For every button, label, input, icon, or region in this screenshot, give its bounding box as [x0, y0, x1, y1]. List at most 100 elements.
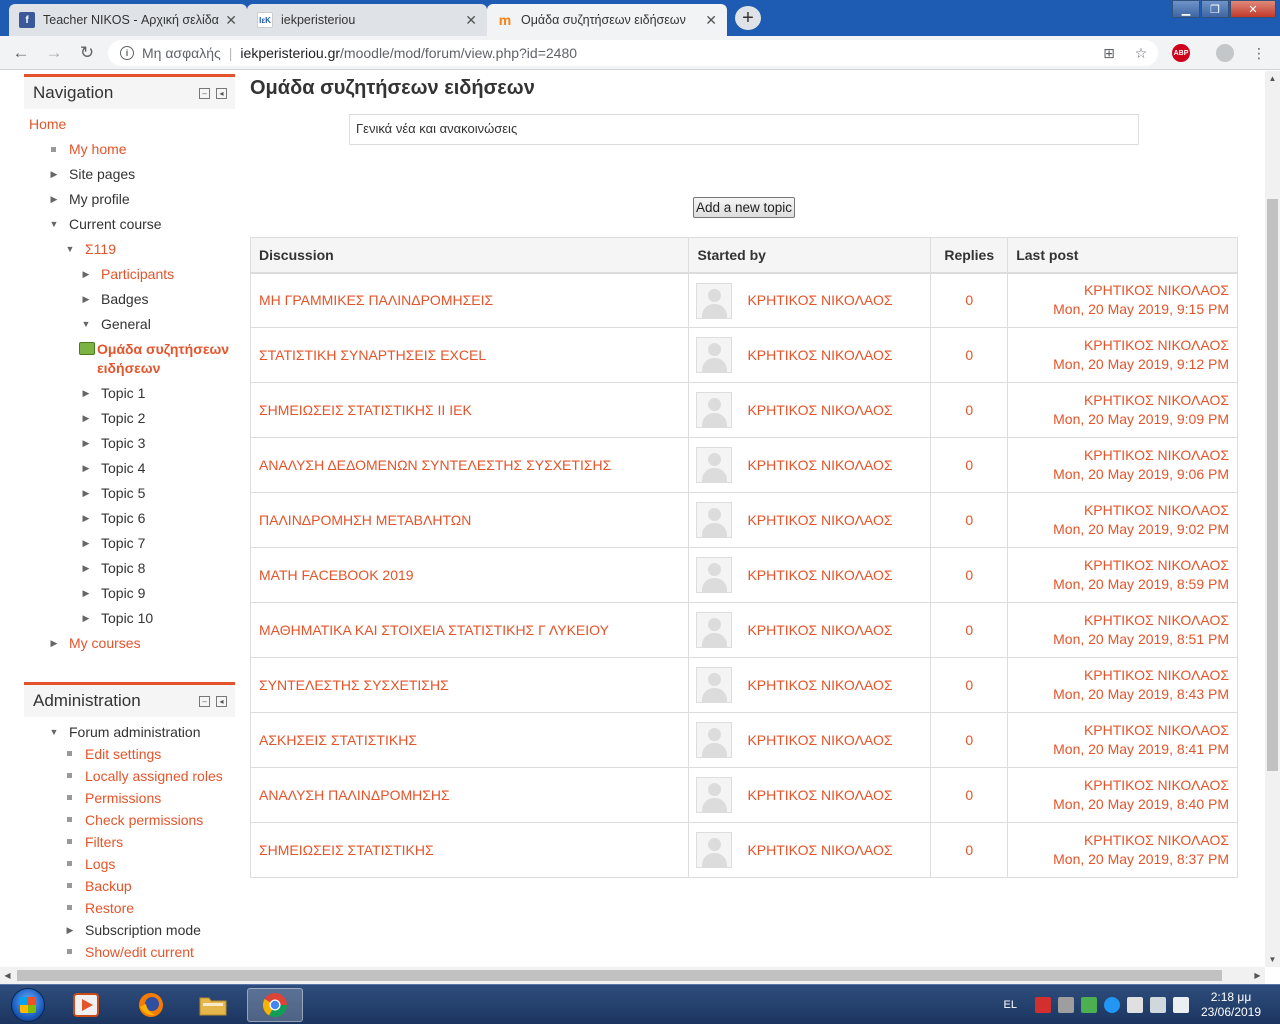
chevron-down-icon[interactable]: ▼: [49, 212, 59, 237]
navigation-item-label[interactable]: General: [101, 312, 151, 337]
avatar[interactable]: [696, 447, 733, 483]
language-indicator[interactable]: EL: [1004, 999, 1017, 1011]
navigation-item[interactable]: ▶ My courses: [24, 631, 235, 656]
last-post-date-link[interactable]: Mon, 20 May 2019, 8:40 PM: [1016, 795, 1229, 814]
last-post-date-link[interactable]: Mon, 20 May 2019, 8:43 PM: [1016, 685, 1229, 704]
author-link[interactable]: ΚΡΗΤΙΚΟΣ ΝΙΚΟΛΑΟΣ: [747, 677, 892, 693]
taskbar-firefox[interactable]: [123, 988, 179, 1022]
last-post-author-link[interactable]: ΚΡΗΤΙΚΟΣ ΝΙΚΟΛΑΟΣ: [1016, 336, 1229, 355]
chevron-right-icon[interactable]: ▶: [81, 606, 91, 631]
navigation-item-label[interactable]: Topic 7: [101, 531, 145, 556]
chevron-right-icon[interactable]: ▶: [81, 581, 91, 606]
last-post-date-link[interactable]: Mon, 20 May 2019, 8:41 PM: [1016, 740, 1229, 759]
administration-item[interactable]: Permissions: [24, 787, 235, 809]
avatar[interactable]: [696, 722, 733, 758]
navigation-item[interactable]: ▶ Site pages: [24, 162, 235, 187]
replies-link[interactable]: 0: [965, 622, 973, 638]
navigation-item-label[interactable]: Σ119: [85, 237, 116, 262]
chevron-right-icon[interactable]: ▶: [65, 919, 75, 941]
reload-button[interactable]: ↻: [76, 42, 98, 64]
scrollbar-thumb[interactable]: [17, 970, 1222, 981]
last-post-author-link[interactable]: ΚΡΗΤΙΚΟΣ ΝΙΚΟΛΑΟΣ: [1016, 721, 1229, 740]
last-post-date-link[interactable]: Mon, 20 May 2019, 8:37 PM: [1016, 850, 1229, 869]
chevron-right-icon[interactable]: ▶: [81, 381, 91, 406]
navigation-item[interactable]: ▶ Topic 9: [24, 581, 235, 606]
chevron-right-icon[interactable]: ▶: [81, 531, 91, 556]
collapse-icon[interactable]: ◂: [216, 87, 227, 99]
navigation-item[interactable]: ▶ Topic 8: [24, 556, 235, 581]
replies-link[interactable]: 0: [965, 677, 973, 693]
discussion-link[interactable]: ΣΗΜΕΙΩΣΕΙΣ ΣΤΑΤΙΣΤΙΚΗΣ ΙΙ ΙΕΚ: [259, 402, 472, 418]
chevron-right-icon[interactable]: ▶: [49, 187, 59, 212]
replies-link[interactable]: 0: [965, 732, 973, 748]
administration-item[interactable]: Logs: [24, 853, 235, 875]
last-post-date-link[interactable]: Mon, 20 May 2019, 8:51 PM: [1016, 630, 1229, 649]
author-link[interactable]: ΚΡΗΤΙΚΟΣ ΝΙΚΟΛΑΟΣ: [747, 622, 892, 638]
translate-icon[interactable]: ⊞: [1100, 44, 1118, 62]
navigation-item-label[interactable]: Topic 3: [101, 431, 145, 456]
last-post-author-link[interactable]: ΚΡΗΤΙΚΟΣ ΝΙΚΟΛΑΟΣ: [1016, 611, 1229, 630]
last-post-author-link[interactable]: ΚΡΗΤΙΚΟΣ ΝΙΚΟΛΑΟΣ: [1016, 501, 1229, 520]
address-bar[interactable]: i Μη ασφαλής | iekperisteriou.gr/moodle/…: [108, 40, 1158, 66]
network-icon[interactable]: [1150, 997, 1166, 1013]
navigation-item-label[interactable]: Topic 4: [101, 456, 145, 481]
last-post-date-link[interactable]: Mon, 20 May 2019, 8:59 PM: [1016, 575, 1229, 594]
avatar[interactable]: [696, 337, 733, 373]
navigation-item[interactable]: ▶ Badges: [24, 287, 235, 312]
scroll-right-icon[interactable]: ▶: [1250, 967, 1265, 984]
profile-avatar-icon[interactable]: [1216, 44, 1234, 62]
info-icon[interactable]: i: [120, 46, 134, 60]
taskbar-chrome[interactable]: [247, 988, 303, 1022]
navigation-item-label[interactable]: Topic 2: [101, 406, 145, 431]
author-link[interactable]: ΚΡΗΤΙΚΟΣ ΝΙΚΟΛΑΟΣ: [747, 457, 892, 473]
navigation-item[interactable]: ▶ Topic 10: [24, 606, 235, 631]
discussion-link[interactable]: ΣΤΑΤΙΣΤΙΚΗ ΣΥΝΑΡΤΗΣΕΙΣ EXCEL: [259, 347, 486, 363]
navigation-item-label[interactable]: Topic 6: [101, 506, 145, 531]
last-post-author-link[interactable]: ΚΡΗΤΙΚΟΣ ΝΙΚΟΛΑΟΣ: [1016, 666, 1229, 685]
discussion-link[interactable]: ΜΗ ΓΡΑΜΜΙΚΕΣ ΠΑΛΙΝΔΡΟΜΗΣΕΙΣ: [259, 292, 493, 308]
dock-icon[interactable]: –: [199, 87, 210, 99]
administration-item-label[interactable]: Logs: [85, 853, 115, 875]
chevron-right-icon[interactable]: ▶: [81, 287, 91, 312]
avatar[interactable]: [696, 832, 733, 868]
column-header-replies[interactable]: Replies: [930, 237, 1009, 274]
chevron-right-icon[interactable]: ▶: [81, 431, 91, 456]
administration-item[interactable]: Backup: [24, 875, 235, 897]
scroll-up-icon[interactable]: ▲: [1265, 71, 1280, 86]
author-link[interactable]: ΚΡΗΤΙΚΟΣ ΝΙΚΟΛΑΟΣ: [747, 292, 892, 308]
navigation-item-label[interactable]: Topic 8: [101, 556, 145, 581]
replies-link[interactable]: 0: [965, 457, 973, 473]
navigation-item-label[interactable]: Topic 1: [101, 381, 145, 406]
administration-item[interactable]: Filters: [24, 831, 235, 853]
author-link[interactable]: ΚΡΗΤΙΚΟΣ ΝΙΚΟΛΑΟΣ: [747, 842, 892, 858]
author-link[interactable]: ΚΡΗΤΙΚΟΣ ΝΙΚΟΛΑΟΣ: [747, 402, 892, 418]
avatar[interactable]: [696, 612, 733, 648]
tab-iekperisteriou[interactable]: IεK iekperisteriou ✕: [247, 4, 487, 36]
discussion-link[interactable]: ΜΑΘΗΜΑΤΙΚΑ ΚΑΙ ΣΤΟΙΧΕΙΑ ΣΤΑΤΙΣΤΙΚΗΣ Γ ΛΥ…: [259, 622, 609, 638]
avatar[interactable]: [696, 777, 733, 813]
navigation-item[interactable]: ▶ Participants: [24, 262, 235, 287]
navigation-item[interactable]: ▶ Topic 7: [24, 531, 235, 556]
collapse-icon[interactable]: ◂: [216, 695, 227, 707]
chevron-right-icon[interactable]: ▶: [81, 481, 91, 506]
close-tab-icon[interactable]: ✕: [465, 12, 477, 29]
replies-link[interactable]: 0: [965, 347, 973, 363]
column-header-discussion[interactable]: Discussion: [249, 237, 690, 274]
close-tab-icon[interactable]: ✕: [225, 12, 237, 29]
horizontal-scrollbar[interactable]: ◀ ▶: [0, 967, 1265, 984]
administration-item-label[interactable]: Filters: [85, 831, 123, 853]
author-link[interactable]: ΚΡΗΤΙΚΟΣ ΝΙΚΟΛΑΟΣ: [747, 732, 892, 748]
navigation-item[interactable]: Home: [24, 112, 235, 137]
discussion-link[interactable]: ΣΥΝΤΕΛΕΣΤΗΣ ΣΥΣΧΕΤΙΣΗΣ: [259, 677, 449, 693]
navigation-item-label[interactable]: Topic 9: [101, 581, 145, 606]
back-button[interactable]: ←: [10, 42, 32, 64]
replies-link[interactable]: 0: [965, 512, 973, 528]
chevron-right-icon[interactable]: ▶: [81, 506, 91, 531]
author-link[interactable]: ΚΡΗΤΙΚΟΣ ΝΙΚΟΛΑΟΣ: [747, 512, 892, 528]
add-new-topic-button[interactable]: Add a new topic: [693, 197, 795, 218]
antivirus-icon[interactable]: [1035, 997, 1051, 1013]
chevron-down-icon[interactable]: ▼: [81, 312, 91, 337]
last-post-author-link[interactable]: ΚΡΗΤΙΚΟΣ ΝΙΚΟΛΑΟΣ: [1016, 391, 1229, 410]
chevron-right-icon[interactable]: ▶: [81, 406, 91, 431]
administration-item-label[interactable]: Subscription mode: [85, 919, 201, 941]
